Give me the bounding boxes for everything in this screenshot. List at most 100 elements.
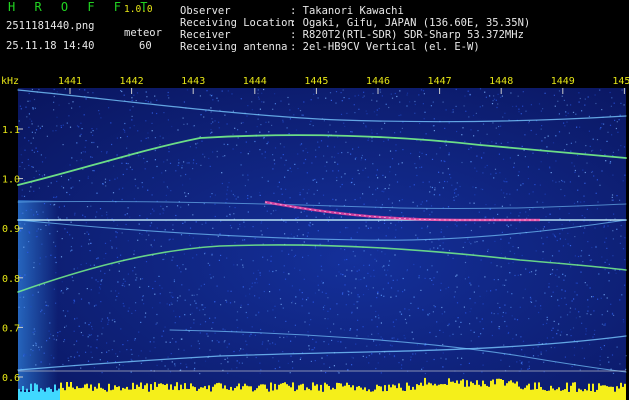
noise-dot xyxy=(585,328,587,330)
noise-dot xyxy=(97,257,99,259)
noise-dot xyxy=(389,166,391,168)
floor-bar xyxy=(568,391,570,400)
noise-dot xyxy=(159,213,161,215)
noise-dot xyxy=(147,189,149,191)
noise-dot xyxy=(49,363,51,365)
noise-dot xyxy=(558,305,560,307)
floor-bar xyxy=(380,386,382,400)
noise-dot xyxy=(263,136,265,139)
noise-dot xyxy=(278,181,280,183)
noise-dot xyxy=(30,306,32,308)
noise-dot xyxy=(95,347,97,349)
noise-dot xyxy=(257,118,259,120)
noise-dot xyxy=(625,368,627,370)
noise-dot xyxy=(456,182,458,184)
noise-dot xyxy=(108,107,110,109)
noise-dot xyxy=(145,137,147,139)
noise-dot xyxy=(256,126,258,128)
noise-dot xyxy=(365,225,367,227)
noise-dot xyxy=(551,272,553,275)
noise-dot xyxy=(238,362,240,364)
noise-dot xyxy=(346,258,348,261)
noise-dot xyxy=(564,290,566,292)
noise-dot xyxy=(207,335,209,337)
noise-dot xyxy=(170,302,172,304)
noise-dot xyxy=(489,208,491,210)
noise-dot xyxy=(194,300,196,302)
noise-dot xyxy=(506,181,508,183)
noise-dot xyxy=(497,313,499,315)
noise-dot xyxy=(472,186,474,188)
noise-dot xyxy=(418,275,420,277)
noise-dot xyxy=(163,258,165,260)
floor-bar xyxy=(606,386,608,400)
noise-dot xyxy=(393,356,396,358)
noise-dot xyxy=(624,259,626,261)
noise-dot xyxy=(481,318,483,320)
noise-dot xyxy=(608,220,610,222)
noise-dot xyxy=(100,301,102,303)
noise-dot xyxy=(522,340,525,342)
floor-bar xyxy=(566,382,568,400)
floor-bar xyxy=(324,382,326,400)
noise-dot xyxy=(422,181,424,183)
noise-dot xyxy=(377,293,379,295)
noise-dot xyxy=(245,141,247,143)
noise-dot xyxy=(325,170,328,172)
noise-dot xyxy=(259,362,261,364)
noise-dot xyxy=(186,366,188,368)
floor-bar xyxy=(472,383,474,400)
floor-bar xyxy=(542,389,544,400)
noise-dot xyxy=(282,351,284,353)
noise-dot xyxy=(542,323,544,326)
noise-dot xyxy=(115,290,117,292)
noise-dot xyxy=(259,272,261,274)
noise-dot xyxy=(283,336,285,339)
noise-dot xyxy=(469,323,471,325)
noise-dot xyxy=(122,187,124,189)
noise-dot xyxy=(317,97,319,99)
floor-bar xyxy=(470,381,472,400)
noise-dot xyxy=(252,226,254,228)
floor-bar xyxy=(580,389,582,400)
noise-dot xyxy=(109,179,111,181)
noise-dot xyxy=(166,186,168,188)
noise-dot xyxy=(543,361,545,363)
noise-dot xyxy=(141,234,143,236)
noise-dot xyxy=(29,190,31,192)
noise-dot xyxy=(144,316,146,318)
noise-dot xyxy=(569,307,572,309)
noise-dot xyxy=(212,322,214,324)
floor-bar xyxy=(258,385,260,400)
noise-dot xyxy=(155,323,157,325)
noise-dot xyxy=(522,91,524,93)
noise-dot xyxy=(273,159,275,161)
noise-dot xyxy=(204,360,207,362)
noise-dot xyxy=(33,151,35,153)
noise-dot xyxy=(135,302,137,304)
floor-bar xyxy=(72,387,74,400)
noise-dot xyxy=(396,279,398,281)
noise-dot xyxy=(282,121,284,123)
noise-dot xyxy=(542,251,544,253)
noise-dot xyxy=(587,241,589,243)
noise-dot xyxy=(472,114,475,117)
noise-dot xyxy=(442,242,444,244)
floor-bar xyxy=(98,383,100,400)
noise-dot xyxy=(140,350,142,352)
noise-dot xyxy=(358,173,360,175)
noise-dot xyxy=(237,129,239,131)
noise-dot xyxy=(167,91,169,94)
noise-dot xyxy=(154,293,156,295)
floor-bar xyxy=(282,383,284,400)
noise-dot xyxy=(223,341,225,343)
noise-dot xyxy=(398,200,401,202)
noise-dot xyxy=(556,285,558,287)
noise-dot xyxy=(455,105,457,107)
noise-dot xyxy=(375,316,377,318)
noise-dot xyxy=(453,189,455,191)
noise-dot xyxy=(123,305,125,307)
floor-bar xyxy=(46,387,48,400)
noise-dot xyxy=(385,274,387,276)
noise-dot xyxy=(612,238,614,240)
